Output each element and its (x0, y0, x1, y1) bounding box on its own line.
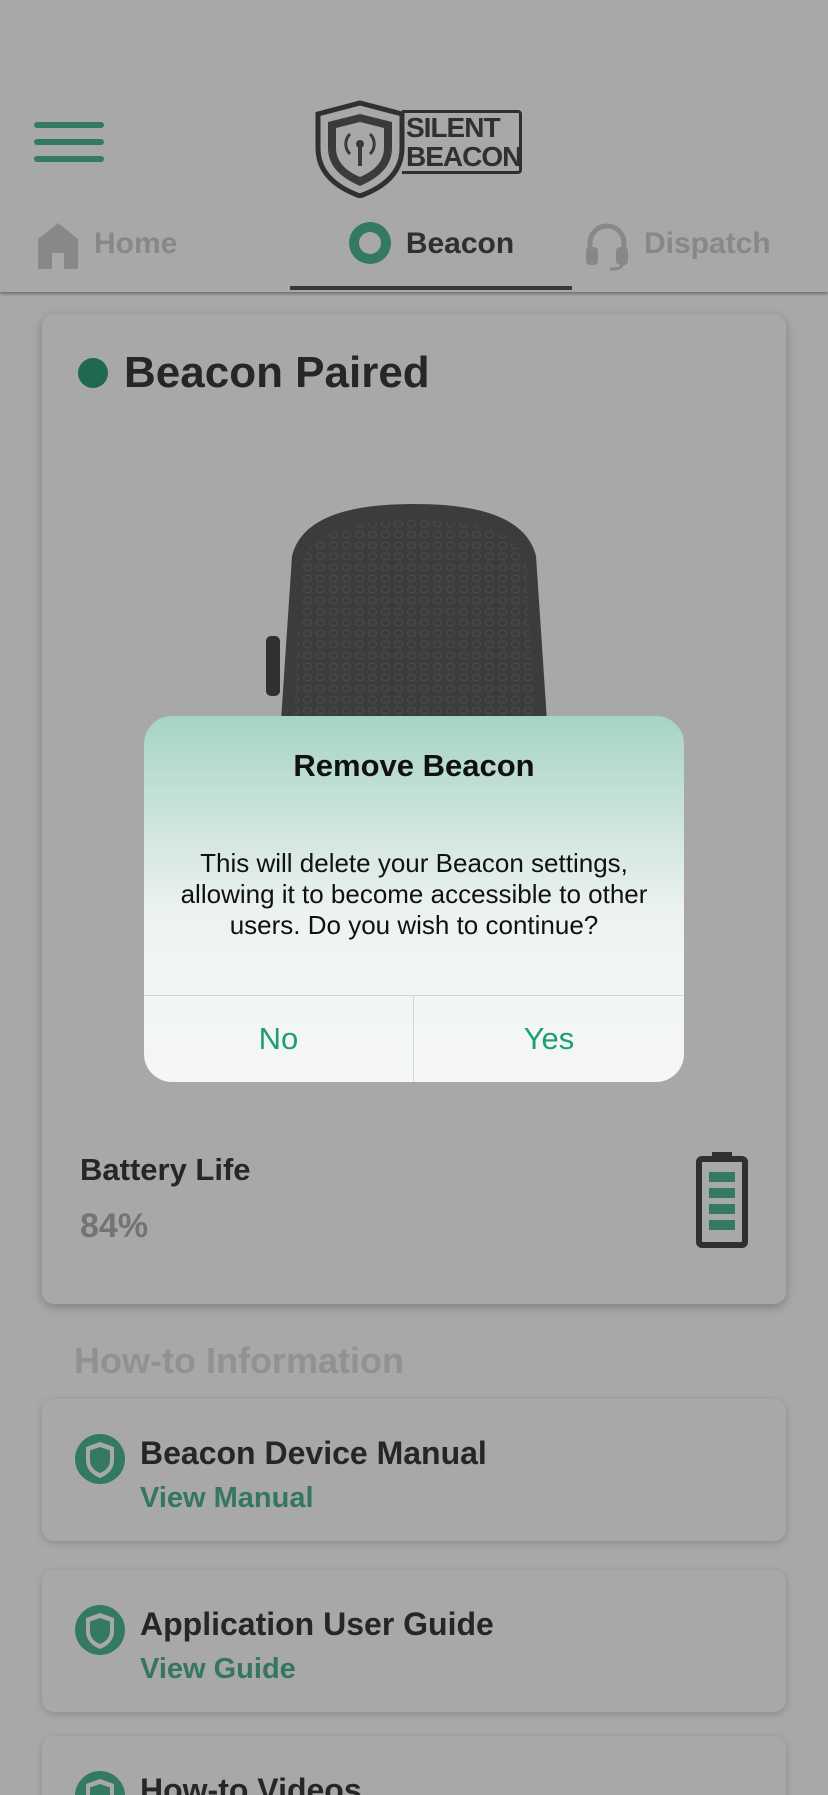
yes-button[interactable]: Yes (414, 996, 684, 1082)
dialog-title: Remove Beacon (293, 748, 535, 783)
remove-beacon-dialog: Remove Beacon This will delete your Beac… (144, 716, 684, 1082)
dialog-message: This will delete your Beacon settings, a… (180, 848, 648, 940)
no-button[interactable]: No (144, 996, 413, 1082)
